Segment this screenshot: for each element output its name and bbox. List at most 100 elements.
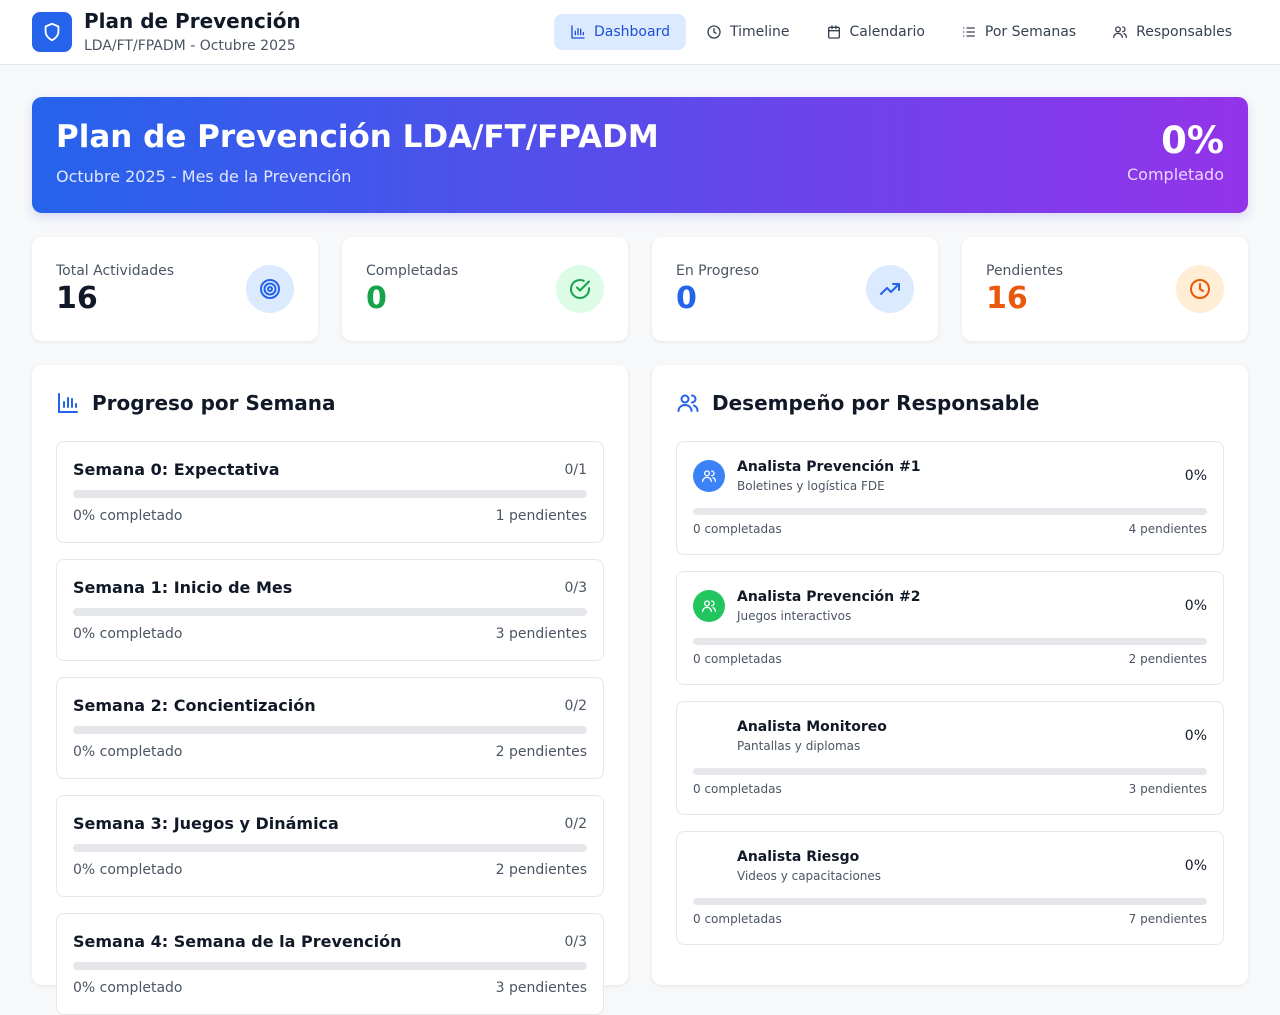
responsable-pending: 4 pendientes	[1128, 522, 1207, 536]
week-ratio: 0/3	[564, 580, 587, 596]
calendar-icon	[827, 25, 840, 39]
responsable-completed: 0 completadas	[693, 912, 782, 926]
bar-chart-icon	[58, 393, 78, 413]
panel-title: Progreso por Semana	[92, 391, 336, 415]
stat-value: 0	[676, 281, 697, 316]
hero-banner: Plan de Prevención LDA/FT/FPADM Octubre …	[32, 97, 1248, 213]
week-progress-bar	[73, 844, 587, 852]
stat-card-total: Total Actividades 16	[32, 237, 318, 341]
nav-dashboard-label: Dashboard	[594, 24, 670, 40]
check-circle-icon	[556, 265, 604, 313]
week-ratio: 0/2	[564, 816, 587, 832]
top-navigation-bar: Plan de Prevención LDA/FT/FPADM - Octubr…	[0, 0, 1280, 65]
users-icon	[677, 394, 699, 412]
nav-calendario-label: Calendario	[849, 24, 925, 40]
week-pending: 3 pendientes	[495, 980, 587, 996]
nav-dashboard[interactable]: Dashboard	[554, 14, 686, 50]
nav-calendario[interactable]: Calendario	[810, 14, 941, 50]
week-progress-bar	[73, 726, 587, 734]
stat-label: Total Actividades	[56, 263, 174, 279]
target-icon	[246, 265, 294, 313]
responsable-card[interactable]: Analista Prevención #2 Juegos interactiv…	[676, 571, 1224, 685]
week-name: Semana 4: Semana de la Prevención	[73, 932, 402, 951]
overall-completion-label: Completado	[1126, 165, 1224, 184]
responsable-percent: 0%	[1184, 858, 1207, 874]
nav-responsables[interactable]: Responsables	[1096, 14, 1248, 50]
responsable-pending: 3 pendientes	[1128, 782, 1207, 796]
stat-value: 16	[986, 281, 1028, 316]
week-ratio: 0/3	[564, 934, 587, 950]
stat-label: Completadas	[366, 263, 459, 279]
nav-timeline-label: Timeline	[729, 24, 790, 40]
week-card[interactable]: Semana 4: Semana de la Prevención 0/3 0%…	[56, 913, 604, 1015]
app-subtitle: LDA/FT/FPADM - Octubre 2025	[84, 38, 296, 54]
avatar	[693, 850, 725, 882]
users-icon	[1113, 26, 1128, 38]
main-nav: Dashboard Timeline Calendario Por Semana…	[554, 14, 1248, 50]
hero-title: Plan de Prevención LDA/FT/FPADM	[56, 119, 659, 155]
stat-label: En Progreso	[676, 263, 760, 279]
clock-icon	[1176, 265, 1224, 313]
responsable-role: Juegos interactivos	[737, 609, 852, 623]
responsable-percent: 0%	[1184, 728, 1207, 744]
stat-value: 16	[56, 281, 98, 316]
week-progress-bar	[73, 608, 587, 616]
bar-chart-icon	[571, 25, 585, 39]
week-card[interactable]: Semana 0: Expectativa 0/1 0% completado …	[56, 441, 604, 543]
clock-icon	[707, 25, 721, 39]
week-percent: 0% completado	[73, 744, 183, 760]
week-card[interactable]: Semana 1: Inicio de Mes 0/3 0% completad…	[56, 559, 604, 661]
week-name: Semana 0: Expectativa	[73, 460, 280, 479]
responsable-progress-bar	[693, 768, 1207, 775]
responsable-card[interactable]: Analista Riesgo Videos y capacitaciones …	[676, 831, 1224, 945]
responsable-role: Videos y capacitaciones	[737, 869, 882, 883]
week-card[interactable]: Semana 2: Concientización 0/2 0% complet…	[56, 677, 604, 779]
responsable-name: Analista Monitoreo	[737, 719, 887, 735]
week-pending: 2 pendientes	[495, 744, 587, 760]
responsables-panel: Desempeño por Responsable Analista Preve…	[652, 365, 1248, 985]
responsable-pending: 2 pendientes	[1128, 652, 1207, 666]
responsable-name: Analista Prevención #1	[737, 459, 921, 475]
responsable-card[interactable]: Analista Prevención #1 Boletines y logís…	[676, 441, 1224, 555]
panel-title: Desempeño por Responsable	[712, 391, 1040, 415]
week-name: Semana 2: Concientización	[73, 696, 316, 715]
week-ratio: 0/2	[564, 698, 587, 714]
responsable-card[interactable]: Analista Monitoreo Pantallas y diplomas …	[676, 701, 1224, 815]
responsable-completed: 0 completadas	[693, 522, 782, 536]
responsable-role: Pantallas y diplomas	[737, 739, 861, 753]
week-percent: 0% completado	[73, 508, 183, 524]
week-progress-bar	[73, 490, 587, 498]
shield-icon	[32, 12, 72, 52]
hero-subtitle: Octubre 2025 - Mes de la Prevención	[56, 167, 352, 186]
week-name: Semana 3: Juegos y Dinámica	[73, 814, 339, 833]
nav-responsables-label: Responsables	[1136, 24, 1232, 40]
users-icon	[702, 470, 716, 482]
responsable-pending: 7 pendientes	[1128, 912, 1207, 926]
week-name: Semana 1: Inicio de Mes	[73, 578, 293, 597]
responsable-name: Analista Riesgo	[737, 849, 860, 865]
responsable-completed: 0 completadas	[693, 652, 782, 666]
app-title: Plan de Prevención	[84, 9, 301, 33]
stat-value: 0	[366, 281, 387, 316]
overall-completion-percent: 0%	[1161, 119, 1224, 162]
avatar	[693, 720, 725, 752]
nav-timeline[interactable]: Timeline	[690, 14, 806, 50]
responsable-progress-bar	[693, 508, 1207, 515]
stat-card-pendientes: Pendientes 16	[962, 237, 1248, 341]
responsable-progress-bar	[693, 638, 1207, 645]
week-percent: 0% completado	[73, 862, 183, 878]
stat-card-completadas: Completadas 0	[342, 237, 628, 341]
trending-up-icon	[866, 265, 914, 313]
nav-por-semanas[interactable]: Por Semanas	[945, 14, 1092, 50]
responsable-progress-bar	[693, 898, 1207, 905]
stat-card-en-progreso: En Progreso 0	[652, 237, 938, 341]
week-card[interactable]: Semana 3: Juegos y Dinámica 0/2 0% compl…	[56, 795, 604, 897]
week-percent: 0% completado	[73, 980, 183, 996]
week-progress-bar	[73, 962, 587, 970]
avatar	[693, 590, 725, 622]
avatar	[693, 460, 725, 492]
week-pending: 3 pendientes	[495, 626, 587, 642]
responsable-name: Analista Prevención #2	[737, 589, 921, 605]
list-icon	[962, 27, 975, 37]
responsable-completed: 0 completadas	[693, 782, 782, 796]
